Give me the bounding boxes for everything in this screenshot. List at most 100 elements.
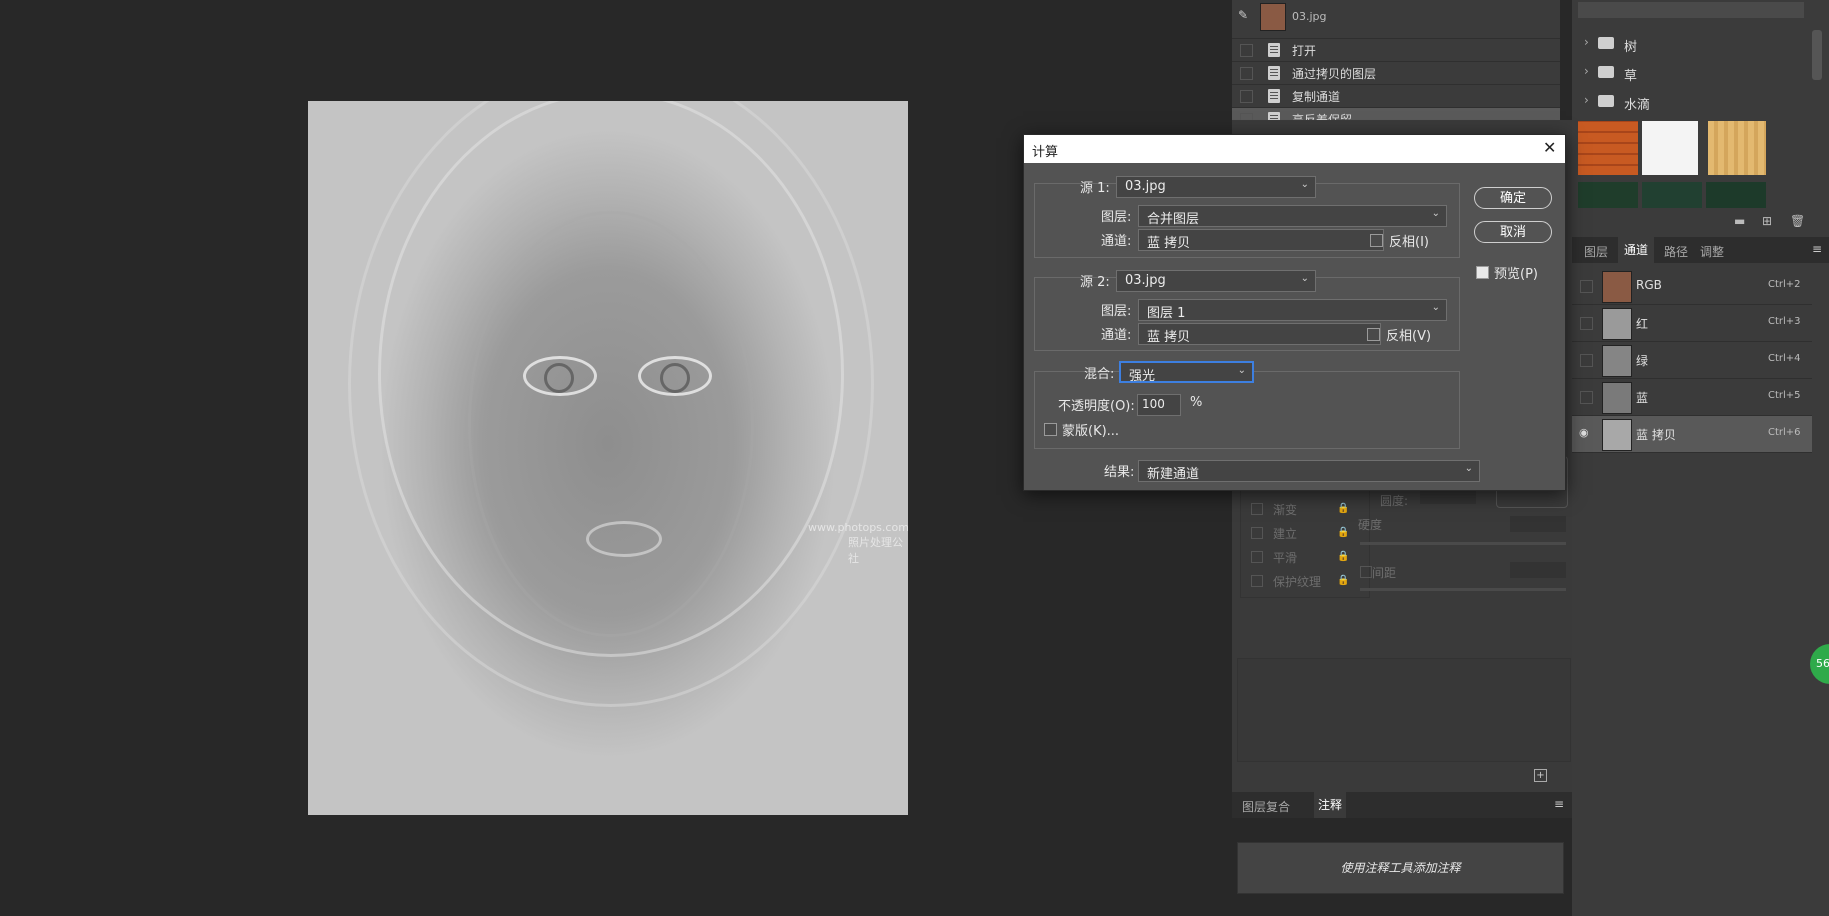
pattern-swatch-grass[interactable] (1642, 182, 1702, 208)
spacing-checkbox[interactable] (1360, 566, 1372, 578)
source2-channel-select[interactable]: 蓝 拷贝⌄ (1138, 323, 1381, 345)
source1-invert-checkbox[interactable] (1370, 234, 1383, 247)
swatches-scrollbar[interactable] (1812, 30, 1822, 80)
lock-icon[interactable]: 🔒 (1337, 551, 1349, 562)
new-folder-icon[interactable]: ▬ (1734, 214, 1745, 228)
pattern-swatch-white[interactable] (1642, 121, 1698, 175)
new-swatch-icon[interactable]: ⊞ (1762, 214, 1772, 228)
panel-menu-icon[interactable]: ≡ (1812, 242, 1822, 256)
trash-icon[interactable]: 🗑 (1790, 214, 1805, 228)
blend-mode-select[interactable]: 强光 ⌄ (1119, 361, 1254, 384)
tab-layers[interactable]: 图层 (1584, 243, 1608, 260)
visibility-toggle[interactable] (1580, 317, 1593, 330)
history-checkbox[interactable] (1240, 67, 1253, 80)
spacing-slider[interactable] (1360, 588, 1566, 591)
panel-menu-icon[interactable]: ≡ (1554, 797, 1564, 811)
tab-notes[interactable]: 注释 (1314, 792, 1347, 818)
tab-adjustments[interactable]: 调整 (1700, 243, 1724, 260)
roundness-label: 圆度: (1380, 494, 1409, 508)
history-panel: ✎ 03.jpg 打开 通过拷贝的图层 复制通道 高反差保留 (1232, 0, 1560, 130)
snapshot-name[interactable]: 03.jpg (1292, 10, 1327, 23)
source2-invert-label[interactable]: 反相(V) (1386, 325, 1431, 344)
channel-row[interactable]: 红 Ctrl+3 (1572, 305, 1812, 342)
pattern-swatch-grass[interactable] (1578, 182, 1638, 208)
history-item[interactable]: 通过拷贝的图层 (1232, 61, 1560, 84)
checkbox-icon (1251, 551, 1263, 563)
opacity-input[interactable]: 100 (1137, 394, 1181, 416)
opacity-unit: % (1190, 395, 1203, 410)
folder-icon (1598, 37, 1614, 49)
watermark-name: 照片处理公社 (848, 536, 903, 565)
pattern-swatch-brick[interactable] (1578, 121, 1638, 175)
history-state-icon (1268, 89, 1280, 103)
tab-layer-comps[interactable]: 图层复合 (1242, 798, 1290, 815)
history-state-icon (1268, 66, 1280, 80)
calculations-dialog: 计算 ✕ 源 1: 03.jpg⌄ 图层: 合并图层⌄ 通道: 蓝 拷贝⌄ 反相… (1023, 134, 1566, 491)
history-brush-icon[interactable]: ✎ (1238, 8, 1252, 22)
swatch-group-folder[interactable]: › 草 (1572, 59, 1812, 87)
history-item[interactable]: 复制通道 (1232, 84, 1560, 107)
channel-row-active[interactable]: ◉ 蓝 拷贝 Ctrl+6 (1572, 416, 1812, 453)
chevron-right-icon[interactable]: › (1584, 35, 1589, 49)
notes-panel-tabs: 图层复合 注释 ≡ (1232, 792, 1572, 818)
visibility-toggle[interactable] (1580, 354, 1593, 367)
source1-channel-select[interactable]: 蓝 拷贝⌄ (1138, 229, 1384, 251)
swatches-channels-panel: › 树 › 草 › 水滴 ▬ ⊞ 🗑 图层 通道 路径 调整 ≡ RGB Ctrl+2 … (1572, 0, 1829, 916)
cancel-button[interactable]: 取消 (1474, 221, 1552, 243)
result-label: 结果: (1104, 465, 1135, 480)
chevron-right-icon[interactable]: › (1584, 64, 1589, 78)
swatches-search-field[interactable] (1578, 2, 1804, 18)
source1-file-select[interactable]: 03.jpg ⌄ (1116, 176, 1316, 198)
swatch-group-folder[interactable]: › 树 (1572, 30, 1812, 58)
hardness-slider[interactable] (1360, 542, 1566, 545)
close-icon[interactable]: ✕ (1543, 138, 1556, 157)
lock-icon[interactable]: 🔒 (1337, 503, 1349, 514)
source2-invert-checkbox[interactable] (1367, 328, 1380, 341)
chevron-down-icon: ⌄ (1300, 273, 1309, 284)
hardness-input[interactable] (1510, 516, 1566, 532)
source1-layer-select[interactable]: 合并图层 ⌄ (1138, 205, 1447, 227)
snapshot-thumbnail[interactable] (1260, 3, 1286, 31)
source2-layer-label: 图层: (1101, 304, 1132, 319)
pattern-swatch-wood[interactable] (1708, 121, 1766, 175)
mask-label[interactable]: 蒙版(K)... (1062, 420, 1119, 439)
spacing-input[interactable] (1510, 562, 1566, 578)
visibility-toggle[interactable] (1580, 280, 1593, 293)
channel-row[interactable]: 绿 Ctrl+4 (1572, 342, 1812, 379)
history-item[interactable]: 打开 (1232, 38, 1560, 61)
chevron-down-icon: ⌄ (1237, 365, 1246, 376)
visibility-toggle[interactable] (1580, 391, 1593, 404)
preview-label[interactable]: 预览(P) (1494, 263, 1538, 282)
ok-button[interactable]: 确定 (1474, 187, 1552, 209)
lock-icon[interactable]: 🔒 (1337, 575, 1349, 586)
preview-checkbox[interactable] (1476, 266, 1489, 279)
swatch-group-folder[interactable]: › 水滴 (1572, 88, 1812, 116)
checkbox-icon (1251, 575, 1263, 587)
tab-channels[interactable]: 通道 (1618, 237, 1655, 263)
history-checkbox[interactable] (1240, 90, 1253, 103)
floating-badge[interactable]: 56 (1810, 644, 1829, 684)
dialog-titlebar[interactable]: 计算 ✕ (1024, 135, 1565, 163)
tab-paths[interactable]: 路径 (1664, 243, 1688, 260)
pattern-swatch-grass[interactable] (1706, 182, 1766, 208)
history-checkbox[interactable] (1240, 44, 1253, 57)
new-brush-icon[interactable]: + (1534, 769, 1547, 782)
high-pass-portrait-image[interactable]: www.photops.com 照片处理公社 (308, 101, 908, 815)
lock-icon[interactable]: 🔒 (1337, 527, 1349, 538)
channel-thumbnail (1602, 271, 1632, 303)
channel-row[interactable]: 蓝 Ctrl+5 (1572, 379, 1812, 416)
folder-icon (1598, 95, 1614, 107)
channel-thumbnail (1602, 308, 1632, 340)
source2-file-select[interactable]: 03.jpg ⌄ (1116, 270, 1316, 292)
opacity-label: 不透明度(O): (1058, 399, 1135, 414)
chevron-right-icon[interactable]: › (1584, 93, 1589, 107)
eye-icon[interactable]: ◉ (1579, 426, 1589, 439)
chevron-down-icon: ⌄ (1431, 208, 1440, 219)
mask-checkbox[interactable] (1044, 423, 1057, 436)
source2-channel-label: 通道: (1101, 328, 1132, 343)
checkbox-icon (1251, 503, 1263, 515)
source1-invert-label[interactable]: 反相(I) (1389, 231, 1429, 250)
channel-row[interactable]: RGB Ctrl+2 (1572, 268, 1812, 305)
result-select[interactable]: 新建通道 ⌄ (1138, 460, 1480, 482)
source2-layer-select[interactable]: 图层 1 ⌄ (1138, 299, 1447, 321)
